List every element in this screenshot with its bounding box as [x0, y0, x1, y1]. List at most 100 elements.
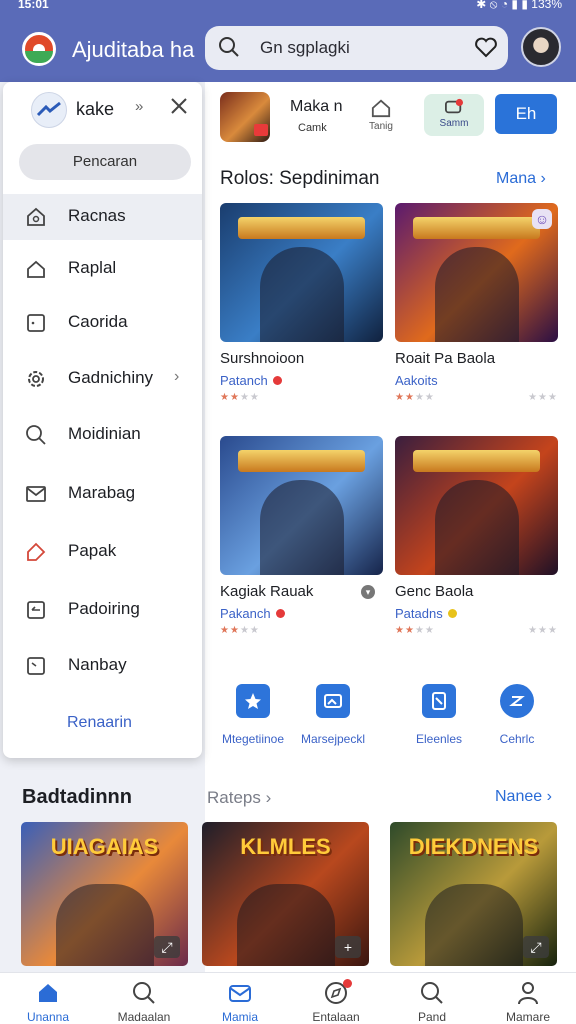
- drawer-item[interactable]: Padoiring: [3, 587, 202, 633]
- avatar[interactable]: [521, 27, 561, 67]
- nav-search[interactable]: Madaalan: [96, 979, 192, 1024]
- heart-icon[interactable]: [474, 35, 498, 59]
- drawer-search-button[interactable]: Pencaran: [19, 144, 191, 180]
- status-time: 15:01: [18, 0, 49, 11]
- ratings-link[interactable]: Rateps ›: [207, 788, 271, 808]
- drawer-item[interactable]: Gadnichiny ›: [3, 356, 202, 402]
- drawer-item[interactable]: Nanbay: [3, 643, 202, 689]
- expand-icon[interactable]: ⤢: [154, 936, 180, 958]
- status-dot: [272, 376, 282, 385]
- add-icon[interactable]: +: [335, 936, 361, 958]
- game-card[interactable]: ☺ Roait Pa Baola Aakoits ★★★★ ★★★: [395, 203, 558, 403]
- drawer-item[interactable]: Caorida: [3, 300, 202, 346]
- chevron-right-icon: ›: [174, 368, 180, 385]
- game-card-title: Genc Baola: [395, 583, 474, 600]
- person-icon: [518, 982, 538, 1005]
- drawer-item[interactable]: Racnas: [3, 194, 202, 240]
- note-icon: [27, 657, 45, 675]
- nav-label: Madaalan: [117, 1010, 171, 1024]
- poster-title: KLMLES: [240, 834, 331, 859]
- mail-icon: [229, 985, 251, 1002]
- top-app-bar: Ajuditaba ha Gn sgplagki: [0, 14, 576, 82]
- home-outline-icon: [27, 260, 45, 278]
- nav-profile[interactable]: Mamare: [480, 979, 576, 1024]
- rating-stars: ★★★★: [220, 392, 260, 403]
- game-card-title: Kagiak Rauak ▾: [220, 583, 383, 600]
- category-shortcut[interactable]: Marsejpeckl: [288, 684, 378, 746]
- drawer-item-label: Moidinian: [68, 424, 141, 443]
- drawer-item-label: Padoiring: [68, 599, 140, 618]
- search-input[interactable]: Gn sgplagki: [260, 38, 350, 58]
- category-label: Cehrlc: [499, 732, 535, 746]
- game-card[interactable]: Surshnoioon Patanch ★★★★: [220, 203, 383, 403]
- nav-explore[interactable]: Entalaan: [288, 979, 384, 1024]
- drawer-item-label: Caorida: [68, 312, 128, 331]
- drawer-item-label: Raplal: [68, 258, 117, 277]
- nav-label: Unanna: [26, 1010, 70, 1024]
- dropdown-icon[interactable]: ▾: [361, 585, 375, 599]
- favorite-badge-icon[interactable]: ☺: [532, 209, 552, 229]
- drawer-item-label: Marabag: [68, 483, 136, 502]
- poster-title: UIAGAIAS: [50, 834, 159, 859]
- home-shortcut-button[interactable]: Tanig: [351, 94, 411, 140]
- drawer-item[interactable]: Marabag: [3, 471, 202, 517]
- drawer-item[interactable]: Papak: [3, 529, 202, 575]
- category-shortcut[interactable]: Eleenles: [394, 684, 484, 746]
- game-card-art: ☺: [395, 203, 558, 342]
- game-card-art: [395, 436, 558, 575]
- category-shortcut[interactable]: Cehrlc: [472, 684, 562, 746]
- recommendations-title: Badtadinnn: [22, 786, 132, 808]
- notification-badge: [343, 979, 352, 988]
- mail-icon: [26, 486, 46, 502]
- status-dot: [275, 609, 285, 618]
- document-icon: [422, 684, 456, 718]
- home-icon: [39, 984, 57, 1002]
- game-card-meta: Pakanch: [220, 606, 383, 621]
- drawer-footer-link[interactable]: Renaarin: [67, 714, 132, 732]
- game-card-title: Roait Pa Baola: [395, 350, 496, 367]
- bird-icon: [36, 101, 61, 117]
- category-shortcut[interactable]: Mtegetiinoe: [208, 684, 298, 746]
- status-icons: ✱ ⦸ ◔ ▮ ▮ 133%: [476, 0, 562, 11]
- drawer-item-label: Gadnichiny: [68, 368, 154, 387]
- recommendations-header: Badtadinnn Rateps › Nanee ›: [0, 778, 576, 818]
- nav-inbox[interactable]: Mamia: [192, 979, 288, 1024]
- game-poster[interactable]: DIEKDNENS ⤢: [390, 822, 557, 966]
- game-card[interactable]: Genc Baola Patadns ★★★★ ★★★: [395, 436, 558, 636]
- home-shortcut-label: Tanig: [369, 121, 393, 132]
- more-link[interactable]: Nanee ›: [495, 788, 552, 806]
- nav-home[interactable]: Unanna: [0, 979, 96, 1024]
- drawer-item-label: Nanbay: [68, 655, 127, 674]
- search-icon: [219, 37, 239, 57]
- nav-label: Mamia: [221, 1010, 258, 1024]
- close-icon[interactable]: [169, 96, 189, 116]
- drawer-logo: [31, 92, 67, 128]
- bottom-navigation: Unanna Madaalan Mamia Entalaan Pand Mama…: [0, 972, 576, 1024]
- section-more-link[interactable]: Mana ›: [496, 170, 546, 188]
- game-card-meta: Patanch: [220, 373, 383, 388]
- search-bar[interactable]: Gn sgplagki: [205, 26, 508, 70]
- status-bar: 15:01 ✱ ⦸ ◔ ▮ ▮ 133%: [0, 0, 576, 14]
- rating-stars: ★★★★ ★★★: [395, 392, 558, 403]
- drawer-item[interactable]: Raplal: [3, 246, 202, 292]
- game-card[interactable]: Kagiak Rauak ▾ Pakanch ★★★★: [220, 436, 383, 636]
- back-square-icon: [27, 601, 45, 619]
- expand-icon[interactable]: »: [135, 98, 143, 115]
- notify-shortcut-label: Samm: [439, 118, 469, 129]
- search-icon: [26, 425, 46, 445]
- gear-icon: [28, 371, 44, 387]
- drawer-item[interactable]: Moidinian: [3, 412, 202, 458]
- section-title: Rolos: Sepdiniman: [220, 168, 380, 189]
- game-card-title: Surshnoioon: [220, 350, 305, 367]
- game-poster[interactable]: KLMLES +: [202, 822, 369, 966]
- primary-action-button[interactable]: Eh: [495, 94, 557, 134]
- expand-icon[interactable]: ⤢: [523, 936, 549, 958]
- game-poster[interactable]: UIAGAIAS ⤢: [21, 822, 188, 966]
- swap-icon: [500, 684, 534, 718]
- nav-find[interactable]: Pand: [384, 979, 480, 1024]
- notify-shortcut-button[interactable]: Samm: [424, 94, 484, 136]
- app-logo[interactable]: [22, 32, 56, 66]
- search-icon: [133, 982, 155, 1004]
- game-thumbnail[interactable]: [220, 92, 270, 142]
- home-outline-icon: [371, 99, 391, 118]
